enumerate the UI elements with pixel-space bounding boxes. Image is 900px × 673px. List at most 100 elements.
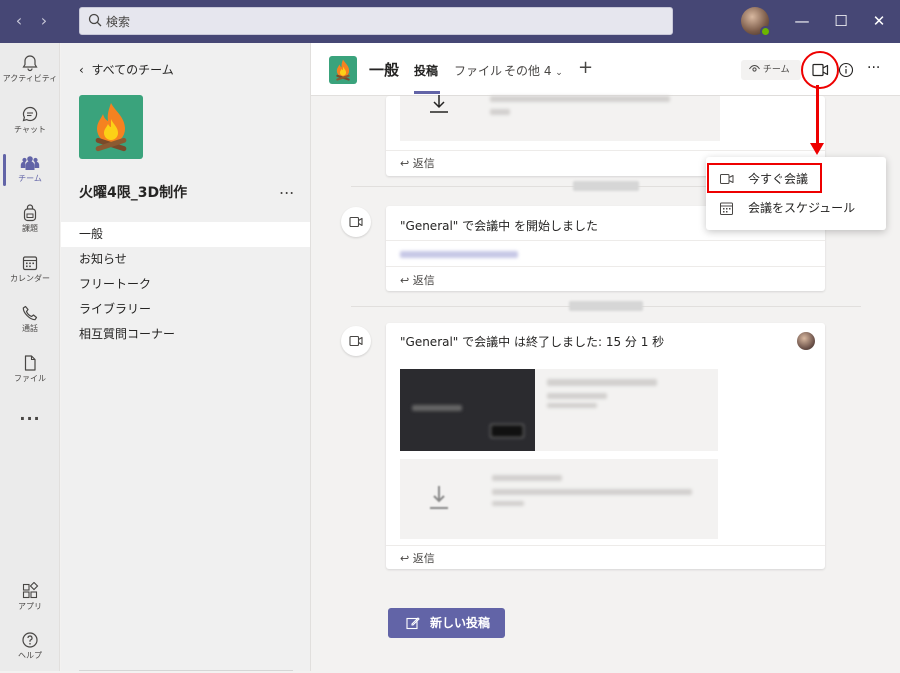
- annotation-red-box: [707, 163, 822, 193]
- team-more-options-button[interactable]: ...: [279, 179, 294, 198]
- rail-item-files[interactable]: ファイル: [0, 350, 60, 396]
- rail-item-help[interactable]: ヘルプ: [0, 627, 60, 673]
- blurred-text: [547, 379, 657, 386]
- blurred-text: [492, 475, 562, 481]
- backpack-icon: [23, 204, 37, 222]
- rail-item-calendar[interactable]: カレンダー: [0, 250, 60, 296]
- rail-item-assignments[interactable]: 課題: [0, 200, 60, 246]
- campfire-icon: [336, 59, 350, 81]
- team-sidebar: ‹ すべてのチーム 火曜4限_3D制作 ... 一般 お知らせ フリートーク ラ…: [61, 43, 310, 671]
- annotation-red-circle: [801, 51, 839, 89]
- channel-header: 一般 投稿 ファイル その他 4 ⌄ + チーム ···: [311, 43, 900, 96]
- rail-label: アクティビティ: [2, 74, 58, 83]
- team-visibility-pill[interactable]: チーム: [741, 60, 801, 80]
- channel-item[interactable]: 相互質問コーナー: [61, 322, 310, 347]
- chevron-down-icon: ⌄: [555, 68, 563, 78]
- channel-title: 一般: [369, 61, 400, 79]
- file-attachment[interactable]: [400, 459, 718, 539]
- forward-arrow-icon[interactable]: ›: [35, 11, 53, 30]
- eye-icon: [749, 64, 760, 72]
- rail-item-chat[interactable]: チャット: [0, 101, 60, 147]
- new-post-button[interactable]: 新しい投稿: [388, 608, 505, 638]
- rail-item-teams[interactable]: チーム: [0, 150, 60, 196]
- back-to-all-teams-link[interactable]: ‹ すべてのチーム: [79, 61, 174, 78]
- file-icon: [24, 355, 36, 371]
- tab-files[interactable]: ファイル: [454, 62, 502, 79]
- close-icon[interactable]: ✕: [869, 11, 889, 31]
- schedule-meeting-label: 会議をスケジュール: [748, 201, 856, 215]
- meeting-event-icon: [341, 326, 371, 356]
- reply-arrow-icon: ↩: [400, 552, 410, 565]
- reply-link[interactable]: ↩ 返信: [400, 550, 435, 566]
- rail-label: アプリ: [18, 602, 42, 611]
- teams-icon: [20, 156, 40, 170]
- tab-more[interactable]: その他 4 ⌄: [504, 62, 563, 79]
- minimize-icon[interactable]: —: [792, 11, 812, 31]
- blurred-text: [400, 251, 518, 258]
- rail-item-activity[interactable]: アクティビティ: [0, 50, 60, 96]
- blurred-date: [569, 301, 643, 311]
- channel-item[interactable]: お知らせ: [61, 247, 310, 272]
- rail-label: 課題: [22, 224, 38, 233]
- app-rail: アクティビティ チャット チーム 課題 カレンダー 通話 ファイル ... アプ…: [0, 43, 60, 671]
- participant-avatar[interactable]: [797, 332, 815, 350]
- user-avatar[interactable]: [741, 7, 771, 37]
- phone-icon: [22, 305, 38, 321]
- message-card: "General" で会議中 は終了しました: 15 分 1 秒 ↩ 返信: [386, 323, 825, 569]
- blurred-text: [492, 501, 524, 506]
- reply-arrow-icon: ↩: [400, 157, 410, 170]
- search-input[interactable]: 検索: [79, 7, 673, 35]
- meeting-event-icon: [341, 207, 371, 237]
- tab-posts[interactable]: 投稿: [414, 62, 438, 79]
- blurred-text: [547, 403, 597, 408]
- reply-label: 返信: [412, 157, 435, 170]
- reply-link[interactable]: ↩ 返信: [400, 155, 435, 171]
- presence-available-icon: [760, 26, 771, 37]
- reply-label: 返信: [412, 274, 435, 287]
- back-arrow-icon[interactable]: ‹: [10, 11, 28, 30]
- message-title: "General" で会議中 を開始しました: [400, 219, 598, 233]
- channel-main: 一般 投稿 ファイル その他 4 ⌄ + チーム ··· ↩ 返信 "Gener…: [310, 43, 900, 671]
- file-attachment[interactable]: [400, 95, 720, 141]
- add-tab-button[interactable]: +: [578, 57, 593, 78]
- blurred-text: [492, 489, 692, 495]
- compose-icon: [406, 617, 420, 630]
- recording-thumbnail[interactable]: [400, 369, 535, 451]
- help-icon: [22, 632, 38, 648]
- channel-team-icon: [329, 56, 357, 84]
- rail-item-apps[interactable]: アプリ: [0, 578, 60, 624]
- team-name: 火曜4限_3D制作: [79, 185, 188, 201]
- blurred-text: [412, 405, 462, 411]
- reply-link[interactable]: ↩ 返信: [400, 272, 435, 288]
- channel-item[interactable]: フリートーク: [61, 272, 310, 297]
- reply-arrow-icon: ↩: [400, 274, 410, 287]
- chevron-left-icon: ‹: [79, 63, 84, 77]
- channel-item[interactable]: ライブラリー: [61, 297, 310, 322]
- chat-icon: [22, 106, 38, 122]
- video-icon: [349, 335, 363, 347]
- reply-divider: [386, 150, 825, 151]
- tab-more-label: その他 4: [504, 64, 552, 78]
- search-icon: [88, 13, 102, 27]
- rail-more-apps[interactable]: ...: [0, 405, 60, 429]
- rail-label: カレンダー: [10, 274, 50, 283]
- info-icon[interactable]: [838, 62, 854, 78]
- maximize-icon[interactable]: ☐: [831, 11, 851, 31]
- campfire-icon: [95, 103, 127, 152]
- header-more-options-button[interactable]: ···: [867, 60, 880, 76]
- download-icon: [430, 486, 448, 509]
- message-divider: [386, 240, 825, 241]
- blurred-duration: [490, 424, 524, 438]
- blurred-text: [490, 109, 510, 115]
- rail-label: 通話: [22, 324, 38, 333]
- rail-label: チーム: [18, 174, 42, 183]
- reply-label: 返信: [412, 552, 435, 565]
- schedule-meeting-menu-item[interactable]: 会議をスケジュール: [706, 194, 886, 222]
- blurred-date: [573, 181, 639, 191]
- search-placeholder: 検索: [106, 15, 131, 29]
- rail-label: ファイル: [14, 374, 46, 383]
- download-icon: [430, 95, 448, 113]
- rail-item-calls[interactable]: 通話: [0, 300, 60, 346]
- blurred-text: [490, 96, 670, 102]
- channel-item[interactable]: 一般: [61, 222, 310, 247]
